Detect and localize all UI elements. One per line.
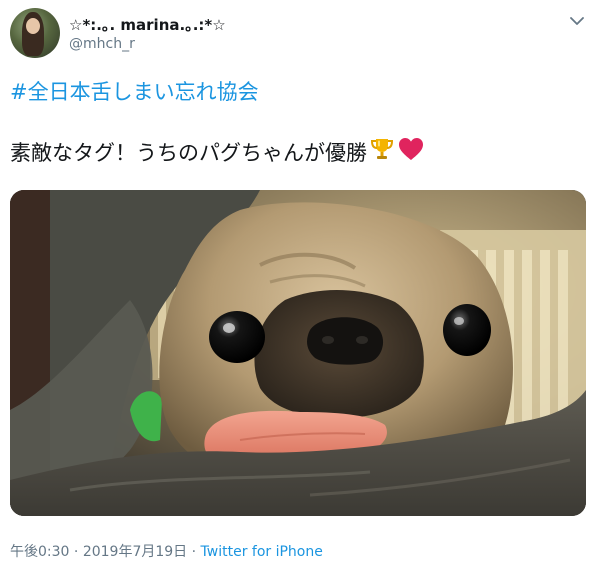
meta-separator: ·: [69, 544, 83, 560]
trophy-icon: [369, 136, 395, 167]
red-heart-icon: [397, 136, 425, 167]
tweet-text: 素敵なタグ！うちのパグちゃんが優勝: [10, 140, 367, 165]
pug-photo-image: [10, 190, 586, 516]
chevron-down-icon[interactable]: [568, 12, 586, 30]
tweet-date[interactable]: 2019年7月19日: [83, 544, 187, 560]
tweet-card: ☆*:.｡. marina.｡.:*☆ @mhch_r #全日本舌しまい忘れ協会…: [0, 0, 596, 576]
meta-separator: ·: [187, 544, 201, 560]
avatar[interactable]: [10, 8, 60, 58]
tweet-body: 素敵なタグ！うちのパグちゃんが優勝: [10, 136, 425, 167]
hashtag-link[interactable]: #全日本舌しまい忘れ協会: [10, 76, 259, 106]
tweet-photo[interactable]: [10, 190, 586, 516]
tweet-metadata: 午後0:30 · 2019年7月19日 · Twitter for iPhone: [10, 541, 323, 561]
tweet-source-link[interactable]: Twitter for iPhone: [201, 544, 323, 560]
tweet-time[interactable]: 午後0:30: [10, 544, 69, 560]
user-handle[interactable]: @mhch_r: [69, 36, 135, 52]
avatar-face-shape: [26, 18, 40, 34]
display-name[interactable]: ☆*:.｡. marina.｡.:*☆: [69, 14, 226, 35]
